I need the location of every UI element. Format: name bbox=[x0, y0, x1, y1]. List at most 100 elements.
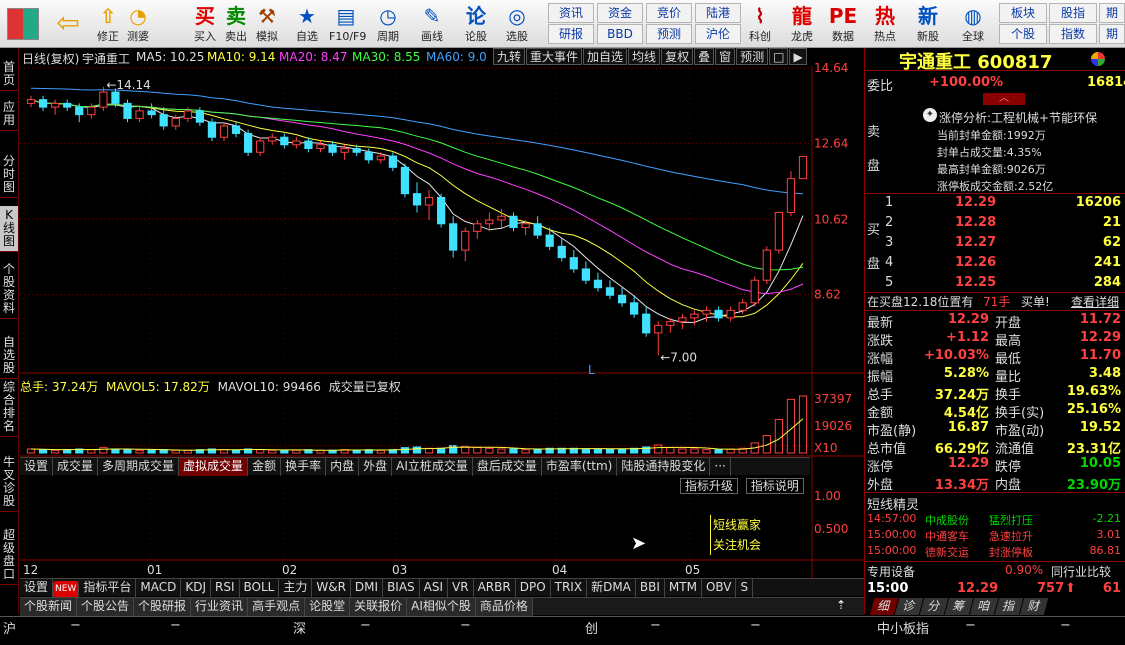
toolbar-right-b2[interactable]: 期 bbox=[1099, 24, 1125, 44]
toolbar-small-b2[interactable]: 预测 bbox=[646, 24, 692, 44]
indicator-tab-6[interactable]: BOLL bbox=[240, 579, 280, 597]
right-tab-3[interactable]: 筹 bbox=[944, 598, 974, 615]
indicator-tab-9[interactable]: DMI bbox=[351, 579, 384, 597]
toolbar-right-2[interactable]: 期 bbox=[1099, 3, 1125, 23]
news-tab-1[interactable]: 个股公告 bbox=[77, 598, 135, 616]
volume-tab-10[interactable]: 市盈率(ttm) bbox=[542, 458, 618, 476]
news-tab-4[interactable]: 高手观点 bbox=[248, 598, 306, 616]
toolbar-small-b0[interactable]: 研报 bbox=[548, 24, 594, 44]
indicator-tab-12[interactable]: VR bbox=[448, 579, 474, 597]
sprite-stock[interactable]: 中通客车 bbox=[925, 528, 969, 544]
toolbar-small-b3[interactable]: 沪伦 bbox=[695, 24, 741, 44]
toolbar-arrow-up-button[interactable]: ⇧ 修正 bbox=[91, 1, 125, 46]
toolbar-new-button[interactable]: 新新股 bbox=[911, 1, 945, 46]
indicator-tab-3[interactable]: MACD bbox=[136, 579, 182, 597]
volume-tab-4[interactable]: 金额 bbox=[248, 458, 282, 476]
volume-tab-9[interactable]: 盘后成交量 bbox=[473, 458, 542, 476]
sprite-stock[interactable]: 中成股份 bbox=[925, 512, 969, 528]
volume-tab-3[interactable]: 虚拟成交量 bbox=[179, 458, 249, 476]
sidebar-item-4[interactable]: 个股资料 bbox=[0, 260, 18, 319]
toolbar-globe-button[interactable]: ◍ 全球 bbox=[956, 1, 990, 46]
toolbar-right-0[interactable]: 板块 bbox=[999, 3, 1047, 23]
volume-tab-0[interactable]: 设置 bbox=[20, 458, 54, 476]
indicator-tab-20[interactable]: S bbox=[736, 579, 754, 597]
indicator-tab-4[interactable]: KDJ bbox=[181, 579, 211, 597]
indicator-upgrade-button[interactable]: 指标升级 bbox=[680, 478, 739, 494]
back-arrow-icon[interactable]: ⇦ bbox=[52, 6, 84, 42]
sidebar-item-6[interactable]: 综合排名 bbox=[0, 378, 18, 437]
volume-tab-11[interactable]: 陆股通持股变化 bbox=[617, 458, 711, 476]
expand-up-icon[interactable]: ⇡ bbox=[836, 598, 846, 612]
indicator-tab-0[interactable]: 设置 bbox=[20, 579, 54, 597]
volume-tab-2[interactable]: 多周期成交量 bbox=[98, 458, 180, 476]
toolbar-clock-button[interactable]: ◔ 测婆 bbox=[121, 1, 155, 46]
news-tab-6[interactable]: 关联报价 bbox=[350, 598, 408, 616]
toolbar-right-b1[interactable]: 指数 bbox=[1049, 24, 1097, 44]
sidebar-item-3[interactable]: K线图 bbox=[0, 206, 18, 252]
indicator-tab-10[interactable]: BIAS bbox=[383, 579, 420, 597]
news-tab-5[interactable]: 论股堂 bbox=[305, 598, 351, 616]
collapse-up-icon[interactable]: ︿ bbox=[983, 93, 1025, 105]
indicator-tab-11[interactable]: ASI bbox=[420, 579, 449, 597]
toolbar-right-1[interactable]: 股指 bbox=[1049, 3, 1097, 23]
indicator-tab-17[interactable]: BBI bbox=[636, 579, 665, 597]
toolbar-buy-button[interactable]: 买买入 bbox=[188, 1, 222, 46]
indicator-tab-19[interactable]: OBV bbox=[702, 579, 737, 597]
right-tab-1[interactable]: 诊 bbox=[894, 598, 924, 615]
volume-tab-1[interactable]: 成交量 bbox=[53, 458, 99, 476]
news-tab-2[interactable]: 个股研报 bbox=[134, 598, 192, 616]
sidebar-item-0[interactable]: 首页 bbox=[0, 58, 18, 91]
toolbar-lun-button[interactable]: 论论股 bbox=[459, 1, 493, 46]
toolbar-pe-button[interactable]: PE 数据 bbox=[826, 1, 860, 46]
news-tab-7[interactable]: AI相似个股 bbox=[407, 598, 476, 616]
toolbar-right-b0[interactable]: 个股 bbox=[999, 24, 1047, 44]
indicator-tab-18[interactable]: MTM bbox=[665, 579, 702, 597]
toolbar-small-0[interactable]: 资讯 bbox=[548, 3, 594, 23]
right-tab-0[interactable]: 细 bbox=[869, 598, 899, 615]
toolbar-small-3[interactable]: 陆港 bbox=[695, 3, 741, 23]
toolbar-star-button[interactable]: ★ 自选 bbox=[290, 1, 324, 46]
indicator-tab-8[interactable]: W&R bbox=[312, 579, 351, 597]
app-logo-icon[interactable] bbox=[7, 8, 39, 40]
volume-tab-8[interactable]: AI立桩成交量 bbox=[392, 458, 473, 476]
toolbar-doc-button[interactable]: ▤ F10/F9 bbox=[329, 1, 366, 46]
volume-tab-7[interactable]: 外盘 bbox=[359, 458, 393, 476]
right-tab-4[interactable]: 咱 bbox=[969, 598, 999, 615]
industry-compare-button[interactable]: 同行业比较 bbox=[1051, 563, 1111, 580]
indicator-tab-14[interactable]: DPO bbox=[516, 579, 551, 597]
volume-tab-5[interactable]: 换手率 bbox=[281, 458, 327, 476]
sprite-stock[interactable]: 德新交运 bbox=[925, 544, 969, 560]
toolbar-pen-button[interactable]: ✎ 画线 bbox=[415, 1, 449, 46]
right-tab-6[interactable]: 财 bbox=[1019, 598, 1049, 615]
sidebar-item-2[interactable]: 分时图 bbox=[0, 152, 18, 198]
sidebar-item-5[interactable]: 自选股 bbox=[0, 333, 18, 379]
toolbar-magnifier-button[interactable]: ◎ 选股 bbox=[500, 1, 534, 46]
toolbar-hammer-button[interactable]: ⚒ 模拟 bbox=[250, 1, 284, 46]
toolbar-clock2-button[interactable]: ◷ 周期 bbox=[371, 1, 405, 46]
indicator-tab-7[interactable]: 主力 bbox=[279, 579, 313, 597]
indicator-help-button[interactable]: 指标说明 bbox=[745, 478, 804, 494]
toolbar-small-1[interactable]: 资金 bbox=[597, 3, 643, 23]
news-tab-3[interactable]: 行业资讯 bbox=[191, 598, 249, 616]
right-tab-2[interactable]: 分 bbox=[919, 598, 949, 615]
toolbar-small-2[interactable]: 竞价 bbox=[646, 3, 692, 23]
indicator-tab-2[interactable]: 指标平台 bbox=[79, 579, 137, 597]
sidebar-item-8[interactable]: 超级盘口 bbox=[0, 526, 18, 585]
volume-tab-12[interactable]: ··· bbox=[710, 458, 731, 476]
toolbar-chart-button[interactable]: ⌇ 科创 bbox=[743, 1, 777, 46]
indicator-tab-16[interactable]: 新DMA bbox=[587, 579, 636, 597]
sidebar-item-1[interactable]: 应用 bbox=[0, 98, 18, 131]
toolbar-hot-button[interactable]: 热热点 bbox=[868, 1, 902, 46]
indicator-tab-15[interactable]: TRIX bbox=[551, 579, 588, 597]
right-tab-5[interactable]: 指 bbox=[994, 598, 1024, 615]
indicator-tab-5[interactable]: RSI bbox=[211, 579, 240, 597]
news-tab-8[interactable]: 商品价格 bbox=[475, 598, 533, 616]
indicator-tab-13[interactable]: ARBR bbox=[474, 579, 516, 597]
toolbar-small-b1[interactable]: BBD bbox=[597, 24, 643, 44]
news-tab-0[interactable]: 个股新闻 bbox=[20, 598, 78, 616]
pie-icon[interactable] bbox=[1091, 52, 1105, 66]
toolbar-sell-button[interactable]: 卖卖出 bbox=[219, 1, 253, 46]
toolbar-dragon-button[interactable]: 龍龙虎 bbox=[785, 1, 819, 46]
view-detail-link[interactable]: 查看详细 bbox=[1071, 293, 1119, 310]
sidebar-item-7[interactable]: 牛叉诊股 bbox=[0, 453, 18, 512]
